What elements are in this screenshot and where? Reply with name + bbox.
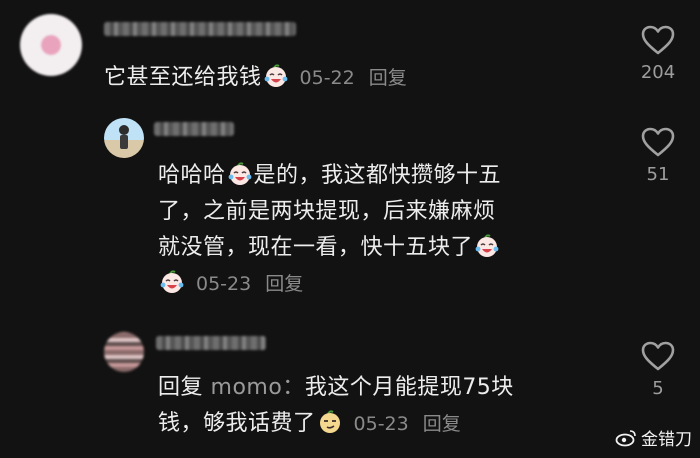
- avatar[interactable]: [104, 118, 144, 158]
- heart-icon: [641, 25, 675, 55]
- heart-icon: [641, 127, 675, 157]
- avatar[interactable]: [104, 332, 144, 372]
- comment-date: 05-23: [353, 413, 409, 435]
- comment-date: 05-22: [299, 67, 355, 89]
- comment-body: 哈哈哈: [158, 163, 226, 188]
- like-button[interactable]: 5: [628, 340, 688, 399]
- comment-body: 是的，我这都快攒够十五: [253, 163, 502, 188]
- like-count: 5: [652, 378, 664, 399]
- comment-body: 它甚至还给我钱: [104, 65, 262, 90]
- reply-button[interactable]: 回复: [265, 273, 303, 295]
- comment-text[interactable]: 回复 momo：我这个月能提现75块 钱，够我话费了 05-23 回复: [158, 370, 514, 442]
- reply-button[interactable]: 回复: [369, 67, 407, 89]
- comment-body: 就没管，现在一看，快十五块了: [158, 235, 474, 260]
- weibo-logo-icon: [615, 429, 636, 446]
- reply-prefix: 回复: [158, 375, 204, 400]
- smirking-face-emoji: [319, 410, 340, 433]
- crying-laughing-emoji: [160, 270, 184, 293]
- person-figure-icon: [119, 125, 129, 149]
- heart-icon: [641, 341, 675, 371]
- comment-text[interactable]: 它甚至还给我钱 05-22 回复: [104, 60, 407, 96]
- crying-laughing-emoji: [228, 162, 251, 185]
- comment-text[interactable]: 哈哈哈 是的，我这都快攒够十五 了，之前是两块提现，后来嫌麻烦 就没管，现在一看，…: [158, 158, 501, 302]
- watermark: 金错刀: [615, 425, 692, 450]
- comment-body: 了，之前是两块提现，后来嫌麻烦: [158, 199, 496, 224]
- crying-laughing-emoji: [475, 234, 499, 257]
- like-button[interactable]: 51: [628, 126, 688, 185]
- like-count: 204: [640, 62, 676, 83]
- mention-link[interactable]: momo：: [211, 375, 305, 400]
- comment-body: 钱，够我话费了: [158, 411, 316, 436]
- reply-button[interactable]: 回复: [423, 413, 461, 435]
- comment-date: 05-23: [196, 273, 252, 295]
- avatar[interactable]: [20, 14, 82, 76]
- comment-body: 我这个月能提现75块: [304, 375, 514, 400]
- like-button[interactable]: 204: [628, 24, 688, 83]
- username-blurred[interactable]: [156, 336, 266, 350]
- username-blurred[interactable]: [104, 22, 296, 36]
- crying-laughing-emoji: [264, 64, 287, 87]
- username-blurred[interactable]: [154, 122, 234, 136]
- watermark-text: 金错刀: [641, 430, 692, 450]
- like-count: 51: [646, 164, 670, 185]
